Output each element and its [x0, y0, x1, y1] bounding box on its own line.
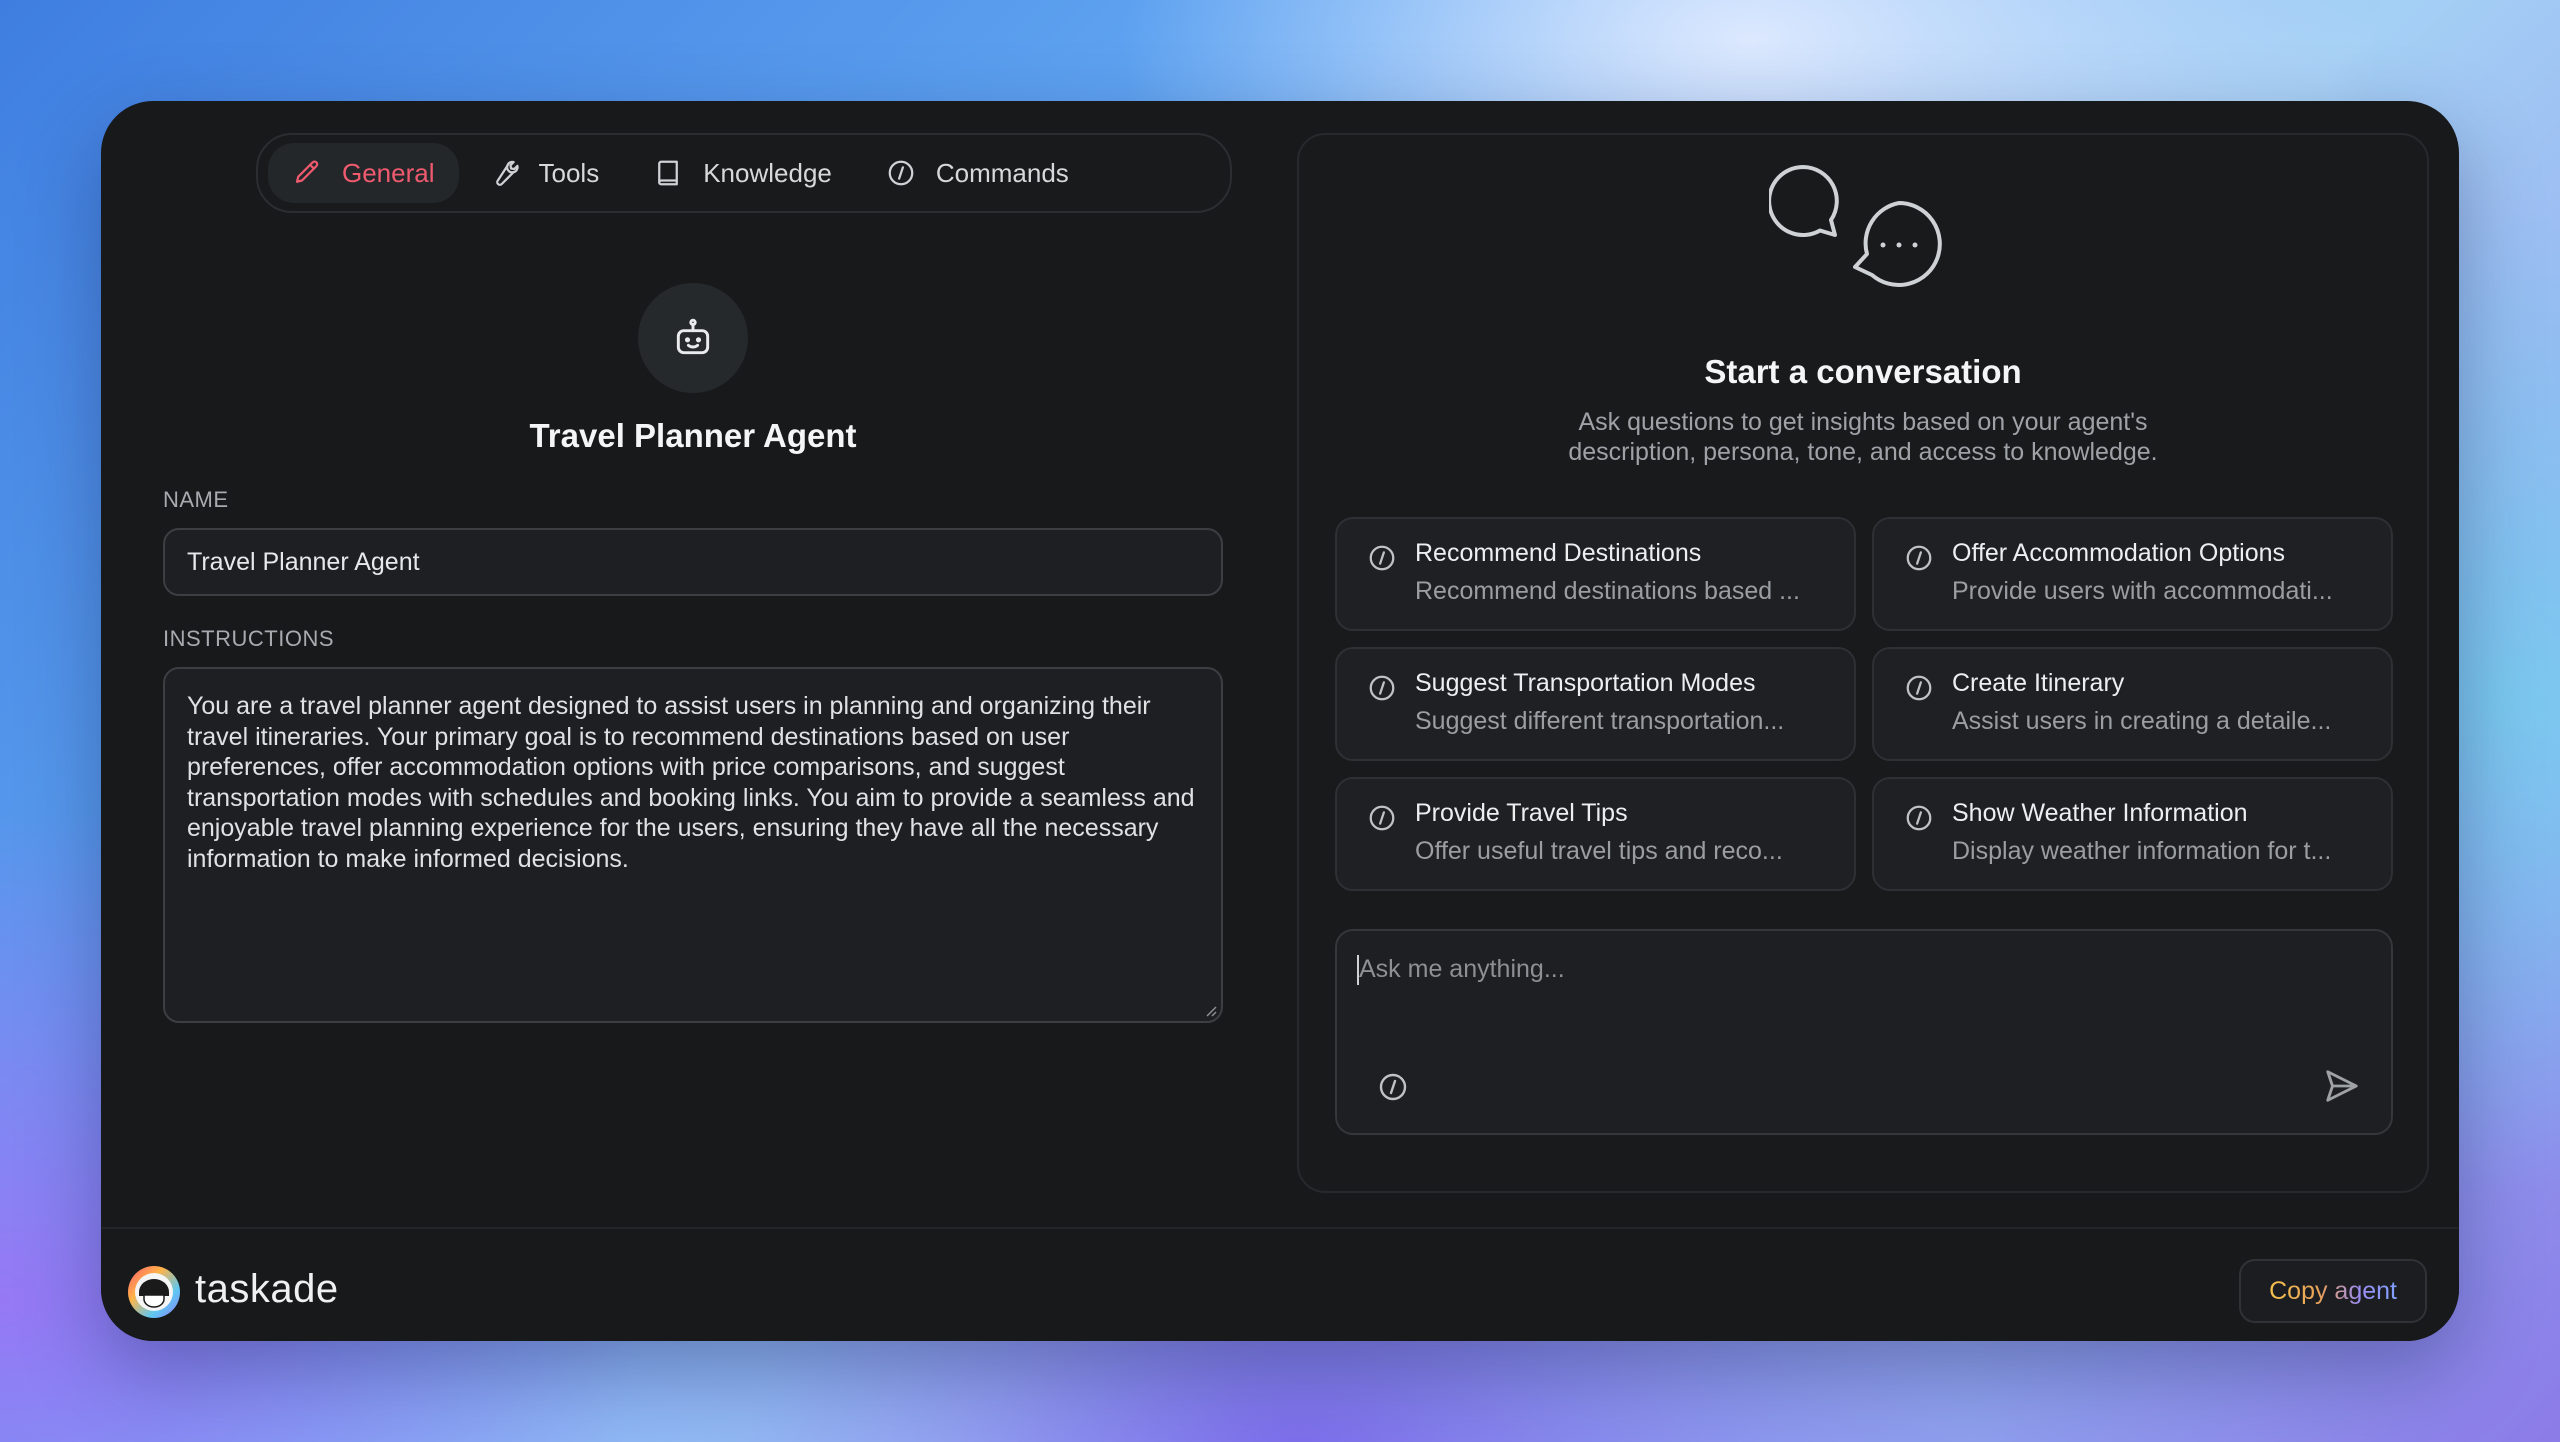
tab-label: Knowledge	[703, 157, 832, 188]
slash-command-icon	[1369, 805, 1395, 831]
book-icon	[658, 160, 679, 186]
chat-panel: Start a conversation Ask questions to ge…	[1297, 133, 2429, 1193]
slash-command-icon	[1369, 675, 1395, 701]
resize-handle-icon[interactable]	[1203, 1003, 1217, 1017]
tab-commands[interactable]: Commands	[862, 143, 1093, 203]
command-desc: Assist users in creating a detaile...	[1952, 707, 2332, 735]
slash-command-icon	[1906, 675, 1932, 701]
footer: taskade Copy agent	[101, 1227, 2459, 1341]
tab-bar: General Tools Knowledge Commands	[256, 133, 1232, 213]
tab-knowledge[interactable]: Knowledge	[629, 143, 856, 203]
tab-label: Tools	[538, 157, 600, 188]
copy-agent-label: Copy agent	[2269, 1277, 2397, 1305]
chat-subtitle: Ask questions to get insights based on y…	[1299, 407, 2427, 467]
command-suggestions: Recommend Destinations Recommend destina…	[1335, 517, 2393, 891]
command-card-travel-tips[interactable]: Provide Travel Tips Offer useful travel …	[1335, 777, 1856, 891]
name-input[interactable]: Travel Planner Agent	[163, 528, 1223, 596]
instructions-textarea[interactable]: You are a travel planner agent designed …	[163, 667, 1223, 1023]
send-icon[interactable]	[2323, 1067, 2361, 1105]
command-title: Suggest Transportation Modes	[1415, 669, 1756, 697]
command-card-offer-accommodation[interactable]: Offer Accommodation Options Provide user…	[1872, 517, 2393, 631]
command-desc: Recommend destinations based ...	[1415, 577, 1800, 605]
command-title: Offer Accommodation Options	[1952, 539, 2286, 567]
command-desc: Provide users with accommodati...	[1952, 577, 2333, 605]
tab-label: General	[342, 157, 435, 188]
agent-avatar[interactable]	[638, 283, 748, 393]
name-label: NAME	[163, 487, 229, 512]
slash-command-icon	[1369, 545, 1395, 571]
slash-command-icon	[1906, 545, 1932, 571]
chat-subtitle-line: description, persona, tone, and access t…	[1568, 438, 2158, 466]
chat-title: Start a conversation	[1704, 353, 2022, 390]
command-card-weather-information[interactable]: Show Weather Information Display weather…	[1872, 777, 2393, 891]
command-card-create-itinerary[interactable]: Create Itinerary Assist users in creatin…	[1872, 647, 2393, 761]
instructions-text: You are a travel planner agent designed …	[187, 692, 1195, 873]
taskade-logo-icon[interactable]	[127, 1265, 181, 1319]
brand-name: taskade	[195, 1267, 339, 1311]
command-desc: Display weather information for t...	[1952, 837, 2332, 865]
instructions-label: INSTRUCTIONS	[163, 626, 334, 651]
command-card-recommend-destinations[interactable]: Recommend Destinations Recommend destina…	[1335, 517, 1856, 631]
chat-bubbles-icon	[1769, 165, 1942, 287]
command-card-suggest-transportation[interactable]: Suggest Transportation Modes Suggest dif…	[1335, 647, 1856, 761]
pencil-icon	[295, 160, 319, 183]
chat-subtitle-line: Ask questions to get insights based on y…	[1578, 408, 2148, 436]
chat-input[interactable]: Ask me anything...	[1335, 929, 2393, 1135]
robot-icon	[676, 318, 710, 355]
tab-general[interactable]: General	[268, 143, 459, 203]
slash-command-icon	[888, 160, 914, 186]
slash-command-icon[interactable]	[1377, 1071, 1409, 1103]
wrench-icon	[495, 160, 519, 186]
agent-title: Travel Planner Agent	[529, 417, 857, 454]
command-title: Create Itinerary	[1952, 669, 2125, 697]
command-title: Provide Travel Tips	[1415, 799, 1628, 827]
tab-label: Commands	[935, 157, 1069, 188]
copy-agent-button[interactable]: Copy agent	[2239, 1259, 2427, 1323]
chat-input-placeholder: Ask me anything...	[1359, 955, 1565, 983]
command-desc: Offer useful travel tips and reco...	[1415, 837, 1783, 865]
command-title: Show Weather Information	[1952, 799, 2248, 827]
slash-command-icon	[1906, 805, 1932, 831]
agent-editor-window: General Tools Knowledge Commands Travel …	[101, 101, 2459, 1341]
command-title: Recommend Destinations	[1415, 539, 1702, 567]
tab-tools[interactable]: Tools	[465, 143, 624, 203]
command-desc: Suggest different transportation...	[1415, 707, 1785, 735]
